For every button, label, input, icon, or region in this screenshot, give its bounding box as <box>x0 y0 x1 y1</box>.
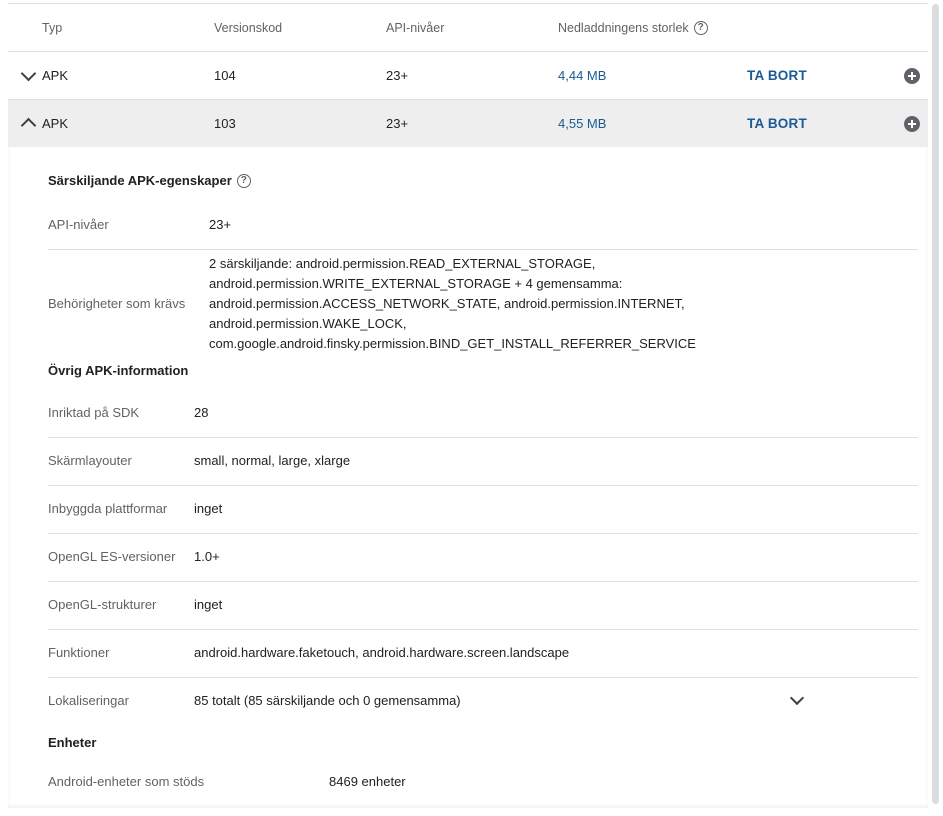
chevron-down-icon <box>20 65 36 81</box>
table-row[interactable]: APK 104 23+ 4,44 MB TA BORT <box>8 52 928 100</box>
help-icon[interactable]: ? <box>236 173 251 188</box>
detail-row-api: API-nivåer 23+ <box>48 201 918 250</box>
detail-value: 1.0+ <box>194 549 220 564</box>
chevron-up-icon <box>20 117 36 134</box>
scrollbar[interactable] <box>928 0 943 816</box>
header-version-code: Versionskod <box>214 20 283 35</box>
detail-label: OpenGL-strukturer <box>48 597 157 612</box>
detail-value: inget <box>194 597 223 612</box>
help-icon[interactable]: ? <box>693 20 708 35</box>
plus-circle-icon <box>904 115 920 132</box>
plus-circle-icon <box>904 67 920 84</box>
detail-label: Inbyggda plattformar <box>48 501 168 516</box>
row-type: APK <box>42 116 69 131</box>
detail-label: Funktioner <box>48 645 110 660</box>
detail-row-localizations[interactable]: Lokaliseringar 85 totalt (85 särskiljand… <box>48 677 918 725</box>
permissions-value: 2 särskiljande: android.permission.READ_… <box>209 254 696 354</box>
detail-label: API-nivåer <box>48 217 109 232</box>
detail-label: Skärmlayouter <box>48 453 132 468</box>
distinct-properties-title: Särskiljande APK-egenskaper ? <box>48 173 251 188</box>
row-size: 4,55 MB <box>558 116 607 131</box>
detail-label: OpenGL ES-versioner <box>48 549 176 564</box>
detail-value: inget <box>194 501 223 516</box>
header-download-size: Nedladdningens storlek ? <box>558 4 708 51</box>
table-header: Typ Versionskod API-nivåer Nedladdningen… <box>8 4 928 52</box>
row-size: 4,44 MB <box>558 68 607 83</box>
detail-value: small, normal, large, xlarge <box>194 453 351 468</box>
row-version-code: 104 <box>214 68 236 83</box>
header-api-levels: API-nivåer <box>386 20 445 35</box>
other-info-title: Övrig APK-information <box>48 363 189 378</box>
permission-line: android.permission.WRITE_EXTERNAL_STORAG… <box>209 276 623 291</box>
header-type: Typ <box>42 20 63 35</box>
detail-value: 28 <box>194 405 209 420</box>
devices-title: Enheter <box>48 735 97 750</box>
detail-label: Android-enheter som stöds <box>48 774 205 789</box>
apk-table: Typ Versionskod API-nivåer Nedladdningen… <box>8 4 928 147</box>
detail-label: Lokaliseringar <box>48 693 129 708</box>
detail-value: 8469 enheter <box>329 774 406 789</box>
row-api-levels: 23+ <box>386 68 409 83</box>
header-download-size-label: Nedladdningens storlek <box>558 20 689 35</box>
row-version-code: 103 <box>214 116 236 131</box>
delete-button[interactable]: TA BORT <box>747 52 807 99</box>
permission-line: android.permission.WAKE_LOCK, <box>209 316 407 331</box>
detail-row: Inriktad på SDK 28 <box>48 389 918 438</box>
distinct-properties-label: Särskiljande APK-egenskaper <box>48 173 232 188</box>
detail-label: Inriktad på SDK <box>48 405 140 420</box>
expand-row-button[interactable] <box>20 52 36 99</box>
permission-line: 2 särskiljande: android.permission.READ_… <box>209 256 596 271</box>
permission-line: com.google.android.finsky.permission.BIN… <box>209 336 696 351</box>
detail-value: 23+ <box>209 217 232 232</box>
detail-row-devices: Android-enheter som stöds 8469 enheter <box>48 758 918 804</box>
row-type: APK <box>42 68 69 83</box>
detail-row: Inbyggda plattformar inget <box>48 485 918 534</box>
detail-value: android.hardware.faketouch, android.hard… <box>194 645 570 660</box>
detail-row: Funktioner android.hardware.faketouch, a… <box>48 629 918 678</box>
add-button[interactable] <box>904 52 920 99</box>
apk-details-panel: Särskiljande APK-egenskaper ? API-nivåer… <box>8 148 928 808</box>
detail-value: 85 totalt (85 särskiljande och 0 gemensa… <box>194 693 461 708</box>
delete-button[interactable]: TA BORT <box>747 100 807 147</box>
permission-line: android.permission.ACCESS_NETWORK_STATE,… <box>209 296 685 311</box>
detail-label: Behörigheter som krävs <box>48 296 186 311</box>
detail-row-permissions: Behörigheter som krävs 2 särskiljande: a… <box>48 250 918 354</box>
add-button[interactable] <box>904 100 920 147</box>
table-row[interactable]: APK 103 23+ 4,55 MB TA BORT <box>8 100 928 147</box>
scrollbar-thumb[interactable] <box>932 4 939 804</box>
detail-row: OpenGL ES-versioner 1.0+ <box>48 533 918 582</box>
detail-row: Skärmlayouter small, normal, large, xlar… <box>48 437 918 486</box>
chevron-down-icon[interactable] <box>789 690 805 706</box>
collapse-row-button[interactable] <box>20 100 36 147</box>
row-api-levels: 23+ <box>386 116 409 131</box>
detail-row: OpenGL-strukturer inget <box>48 581 918 630</box>
